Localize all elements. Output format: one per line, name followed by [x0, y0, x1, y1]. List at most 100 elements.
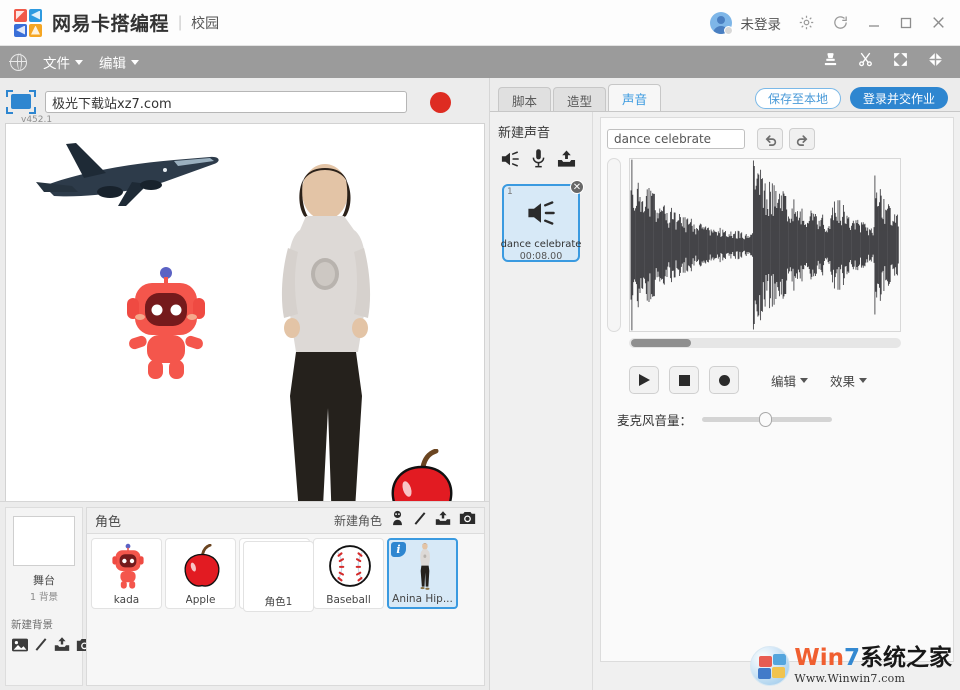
- project-name-input[interactable]: [45, 91, 407, 113]
- watermark: Win7系统之家 Www.Winwin7.com: [750, 646, 952, 686]
- sprite-cell-kada[interactable]: kada: [91, 538, 162, 609]
- stamp-icon[interactable]: [822, 51, 839, 73]
- sprite-pane: 舞台 1 背景 新建背景: [0, 501, 489, 690]
- record-button[interactable]: [709, 366, 739, 394]
- sprite-thumbnail: [166, 541, 237, 591]
- avatar[interactable]: [710, 12, 732, 34]
- waveform-svg: [630, 159, 900, 331]
- watermark-win: Win: [794, 645, 844, 671]
- waveform-display[interactable]: [629, 158, 901, 332]
- stage-toolbar: v452.1: [5, 84, 485, 120]
- sprite-cell-juese1[interactable]: 角色1: [243, 541, 314, 612]
- edit-menu[interactable]: 编辑: [771, 371, 808, 390]
- sound-name-row: [601, 118, 953, 150]
- sprite-thumbnail: [244, 544, 315, 594]
- picture-icon[interactable]: [12, 638, 28, 657]
- shrink-icon[interactable]: [927, 51, 944, 73]
- save-local-button[interactable]: 保存至本地: [755, 88, 841, 109]
- backdrop-count: 1 背景: [6, 589, 82, 603]
- tab-sounds[interactable]: 声音: [608, 84, 661, 112]
- upload-icon[interactable]: [54, 637, 70, 657]
- new-backdrop-icons: [12, 637, 82, 657]
- menu-file-label: 文件: [43, 52, 70, 72]
- sprite-name: Apple: [186, 594, 216, 606]
- sound-name-input[interactable]: [607, 129, 745, 149]
- speaker-icon: [524, 199, 558, 232]
- chevron-down-icon: [859, 378, 867, 383]
- tab-scripts-label: 脚本: [512, 91, 537, 110]
- new-backdrop-label: 新建背景: [11, 617, 82, 632]
- effect-menu[interactable]: 效果: [830, 371, 867, 390]
- stage-selector[interactable]: 舞台 1 背景 新建背景: [5, 507, 83, 686]
- stage-canvas[interactable]: [5, 123, 485, 561]
- stage-sprite-airplane[interactable]: [14, 130, 229, 220]
- mic-volume-label: 麦克风音量：: [617, 410, 692, 429]
- scissors-icon[interactable]: [857, 51, 874, 73]
- brush-icon[interactable]: [34, 637, 48, 657]
- redo-icon[interactable]: [789, 128, 815, 150]
- gear-icon[interactable]: [798, 14, 815, 31]
- close-icon[interactable]: [931, 15, 946, 30]
- mic-volume-thumb[interactable]: [759, 412, 772, 427]
- sprite-thumbnail: [314, 541, 385, 591]
- watermark-text: Win7系统之家 Www.Winwin7.com: [794, 647, 952, 685]
- upload-icon[interactable]: [435, 511, 451, 531]
- stop-button[interactable]: [669, 366, 699, 394]
- sound-index: 1: [507, 187, 513, 197]
- app-root: 网易卡搭编程 | 校园 未登录: [0, 0, 960, 690]
- stage-mode-icon[interactable]: [5, 89, 37, 115]
- minimize-icon[interactable]: [867, 16, 881, 30]
- play-button[interactable]: [629, 366, 659, 394]
- chevron-down-icon: [131, 60, 139, 65]
- sprite-cell-baseball[interactable]: Baseball: [313, 538, 384, 609]
- globe-icon[interactable]: [10, 54, 27, 71]
- character-icon[interactable]: [390, 510, 405, 531]
- sprite-cell-anina-hip[interactable]: i Anina Hip...: [387, 538, 458, 609]
- speaker-icon[interactable]: [500, 150, 520, 173]
- sprite-cell-apple[interactable]: Apple: [165, 538, 236, 609]
- sound-editor-card: 编辑 效果 麦克风音量：: [600, 117, 954, 662]
- menu-edit[interactable]: 编辑: [99, 52, 139, 72]
- expand-icon[interactable]: [892, 51, 909, 73]
- scrollbar-thumb[interactable]: [631, 339, 691, 347]
- panel-tabs: 脚本 造型 声音 保存至本地 登录并交作业: [490, 84, 960, 112]
- stop-icon[interactable]: [430, 92, 451, 113]
- microphone-icon[interactable]: [532, 149, 545, 173]
- undo-icon[interactable]: [757, 128, 783, 150]
- app-subtitle: 校园: [191, 13, 219, 33]
- save-local-label: 保存至本地: [768, 90, 828, 107]
- tab-costumes-label: 造型: [567, 91, 592, 110]
- chevron-down-icon: [75, 60, 83, 65]
- right-panel: 脚本 造型 声音 保存至本地 登录并交作业 新建声音: [489, 78, 960, 690]
- upload-icon[interactable]: [557, 150, 576, 173]
- maximize-icon[interactable]: [899, 16, 913, 30]
- vertical-zoom-track[interactable]: [607, 158, 621, 332]
- effect-menu-label: 效果: [830, 371, 855, 390]
- sprite-list: 角色 新建角色: [86, 507, 485, 686]
- mic-volume-slider[interactable]: [702, 417, 832, 422]
- submit-homework-button[interactable]: 登录并交作业: [850, 87, 948, 109]
- menu-file[interactable]: 文件: [43, 52, 83, 72]
- delete-sound-icon[interactable]: ✕: [570, 180, 584, 194]
- login-status-label[interactable]: 未登录: [741, 13, 782, 33]
- stage-sprite-kada[interactable]: [123, 265, 209, 380]
- sound-item-dance-celebrate[interactable]: 1 ✕ dance celebrate 00:08.00: [502, 184, 580, 262]
- app-title: 网易卡搭编程: [52, 9, 169, 36]
- watermark-seven: 7: [844, 645, 860, 671]
- waveform-scrollbar[interactable]: [629, 338, 901, 348]
- transport-controls: 编辑 效果: [601, 348, 953, 394]
- menu-edit-label: 编辑: [99, 52, 126, 72]
- watermark-cn: 系统之家: [860, 645, 952, 671]
- watermark-url: Www.Winwin7.com: [794, 672, 952, 685]
- tab-scripts[interactable]: 脚本: [498, 87, 551, 112]
- tab-costumes[interactable]: 造型: [553, 87, 606, 112]
- windows-logo-icon: [750, 646, 790, 686]
- camera-icon[interactable]: [459, 511, 476, 530]
- refresh-icon[interactable]: [832, 14, 849, 31]
- brush-icon[interactable]: [413, 511, 427, 531]
- sprite-name: 角色1: [265, 594, 293, 609]
- title-bar: 网易卡搭编程 | 校园 未登录: [0, 0, 960, 46]
- new-sprite-label: 新建角色: [334, 512, 382, 529]
- sprite-name: Anina Hip...: [392, 593, 453, 605]
- sound-name: dance celebrate: [501, 239, 582, 250]
